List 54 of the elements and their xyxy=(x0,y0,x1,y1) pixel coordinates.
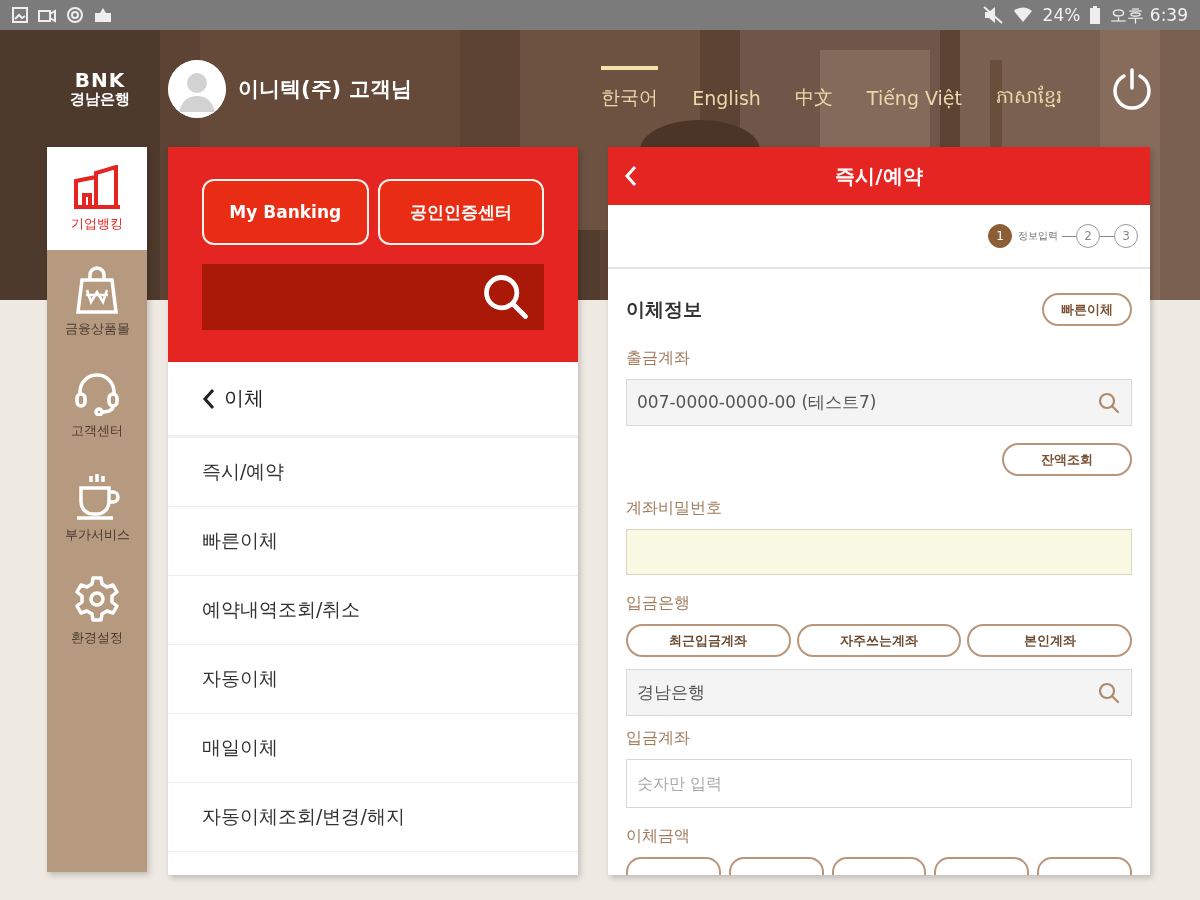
building-icon xyxy=(72,164,122,209)
select-field[interactable]: 007-0000-0000-00 (테스트7) xyxy=(626,379,1132,426)
menu-item[interactable]: 자동이체조회/변경/해지 xyxy=(168,783,578,852)
language-tab[interactable]: English xyxy=(692,65,761,112)
menu-button[interactable]: My Banking xyxy=(202,179,369,245)
clock: 오후 6:39 xyxy=(1110,3,1188,27)
nav-item[interactable]: 금융상품몰 xyxy=(47,250,147,353)
tray-icon xyxy=(94,7,112,23)
menu-item[interactable]: 매일이체 xyxy=(168,714,578,783)
menu-button[interactable]: 공인인증센터 xyxy=(377,179,544,245)
user-name: 이니텍(주) 고객님 xyxy=(238,75,412,103)
language-tab[interactable]: 한국어 xyxy=(601,65,659,112)
field-label: 이체금액 xyxy=(626,826,691,847)
section-title: 이체정보 xyxy=(626,296,702,322)
back-icon[interactable] xyxy=(202,387,216,410)
field-label: 출금계좌 xyxy=(626,348,691,369)
circle-icon xyxy=(66,6,84,24)
logo-subtitle: 경남은행 xyxy=(70,89,130,108)
field-label: 계좌비밀번호 xyxy=(626,498,723,519)
field-label: 입금은행 xyxy=(626,593,691,614)
battery-icon xyxy=(1090,6,1101,24)
chip-button[interactable]: 본인계좌 xyxy=(967,624,1132,657)
nav-item[interactable]: 고객센터 xyxy=(47,353,147,456)
shopping-bag-icon xyxy=(74,265,120,314)
menu-heading: 이체 xyxy=(224,385,264,412)
language-tab[interactable]: 中文 xyxy=(794,65,833,112)
chip-button[interactable]: 자주쓰는계좌 xyxy=(796,624,962,657)
image-icon xyxy=(12,7,28,23)
field-label: 입금계좌 xyxy=(626,728,691,749)
panel-title: 즉시/예약 xyxy=(835,162,923,190)
input-field[interactable]: 숫자만 입력 xyxy=(626,759,1132,808)
nav-item[interactable]: 부가서비스 xyxy=(47,456,147,559)
nav-item[interactable]: 환경설정 xyxy=(47,559,147,662)
language-tab[interactable]: ភាសាខ្មែរ xyxy=(996,65,1062,112)
search-field[interactable] xyxy=(202,264,544,330)
chip-button[interactable]: 최근입금계좌 xyxy=(626,624,791,657)
logo-text: BNK xyxy=(74,69,126,90)
battery-percent: 24% xyxy=(1042,5,1081,25)
gear-icon xyxy=(73,574,121,623)
menu-item[interactable]: 예약내역조회/취소 xyxy=(168,576,578,645)
power-icon[interactable] xyxy=(1110,66,1154,111)
wifi-icon xyxy=(1012,6,1033,24)
language-tab[interactable]: Tiếng Việt xyxy=(866,65,962,112)
quick-transfer-button[interactable]: 빠른이체 xyxy=(1042,293,1132,326)
step-number: 1 xyxy=(988,224,1012,248)
menu-item[interactable]: 자동이체 xyxy=(168,645,578,714)
mute-icon xyxy=(982,6,1003,24)
select-field[interactable]: 경남은행 xyxy=(626,669,1132,716)
menu-item[interactable]: 즉시/예약 xyxy=(168,438,578,507)
menu-item[interactable]: 빠른이체 xyxy=(168,507,578,576)
step-label: 정보입력 xyxy=(1018,229,1058,243)
password-field[interactable] xyxy=(626,529,1132,575)
balance-button[interactable]: 잔액조회 xyxy=(1002,443,1132,476)
nav-item[interactable]: 기업뱅킹 xyxy=(47,147,147,250)
